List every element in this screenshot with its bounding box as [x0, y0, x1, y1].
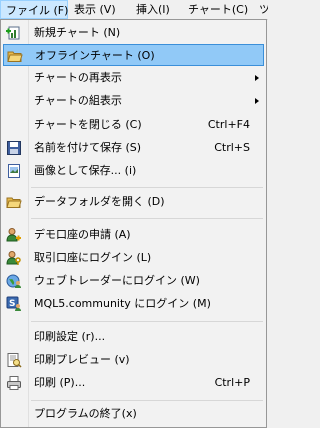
print-preview-icon	[7, 353, 22, 368]
menu-item-chart-reshow[interactable]: チャートの再表示	[3, 67, 264, 89]
menu-item-print-preview[interactable]: 印刷プレビュー (v)	[3, 349, 264, 371]
svg-text:S: S	[9, 299, 15, 309]
menu-item-new-chart[interactable]: 新規チャート (N)	[3, 22, 264, 44]
submenu-arrow-icon	[255, 75, 259, 81]
print-preview-label: 印刷プレビュー (v)	[34, 353, 130, 366]
print-shortcut: Ctrl+P	[214, 376, 250, 389]
chart-reshow-label: チャートの再表示	[34, 71, 122, 84]
menu-item-open-data-folder[interactable]: データフォルダを開く (D)	[3, 191, 264, 213]
menu-separator	[31, 400, 263, 401]
offline-chart-label: オフラインチャート (O)	[35, 49, 155, 62]
menu-item-login-mql5[interactable]: S MQL5.community にログイン (M)	[3, 293, 264, 315]
close-chart-shortcut: Ctrl+F4	[207, 118, 250, 131]
menu-chart[interactable]: チャート(C)	[183, 0, 248, 19]
menu-view-label: 表示 (V)	[74, 3, 116, 16]
login-trade-label: 取引口座にログイン (L)	[34, 251, 152, 264]
demo-account-label: デモ口座の申請 (A)	[34, 228, 131, 241]
menu-tools[interactable]: ツ	[254, 0, 268, 19]
submenu-arrow-icon	[255, 98, 259, 104]
new-chart-label: 新規チャート (N)	[34, 26, 121, 39]
menu-insert[interactable]: 挿入(I)	[131, 0, 170, 19]
menu-item-login-web-trader[interactable]: ウェブトレーダーにログイン (W)	[3, 270, 264, 292]
close-chart-label: チャートを閉じる (C)	[34, 118, 142, 131]
menu-separator	[31, 187, 263, 188]
save-picture-icon	[8, 164, 20, 178]
globe-user-icon	[6, 274, 21, 288]
floppy-disk-icon	[7, 141, 21, 155]
menu-item-print-setup[interactable]: 印刷設定 (r)...	[3, 326, 264, 348]
login-mql5-label: MQL5.community にログイン (M)	[34, 297, 211, 310]
open-data-folder-label: データフォルダを開く (D)	[34, 195, 165, 208]
menu-file[interactable]: ファイル (F)	[0, 0, 68, 19]
menu-item-login-trade[interactable]: 取引口座にログイン (L)	[3, 247, 264, 269]
file-menu-dropdown: 新規チャート (N) オフラインチャート (O) チャートの再表示 チャートの組…	[0, 19, 267, 428]
menu-chart-label: チャート(C)	[188, 3, 249, 16]
menu-item-exit[interactable]: プログラムの終了(x)	[3, 403, 264, 425]
menu-item-chart-tile[interactable]: チャートの組表示	[3, 90, 264, 112]
menu-insert-label: 挿入(I)	[136, 3, 170, 16]
menu-tools-label: ツ	[259, 3, 268, 16]
open-folder-icon	[7, 51, 23, 62]
menu-separator	[31, 218, 263, 219]
chart-tile-label: チャートの組表示	[34, 94, 122, 107]
print-label: 印刷 (P)...	[34, 376, 86, 389]
menu-view[interactable]: 表示 (V)	[69, 0, 116, 19]
new-chart-icon	[6, 26, 20, 40]
menu-item-save-as[interactable]: 名前を付けて保存 (S) Ctrl+S	[3, 137, 264, 159]
exit-label: プログラムの終了(x)	[34, 407, 137, 420]
menu-item-demo-account[interactable]: デモ口座の申請 (A)	[3, 224, 264, 246]
save-as-shortcut: Ctrl+S	[214, 141, 250, 154]
menu-file-label: ファイル (F)	[6, 4, 69, 17]
save-picture-label: 画像として保存... (i)	[34, 164, 137, 177]
menu-separator	[31, 321, 263, 322]
user-key-icon	[6, 251, 21, 265]
menu-bar: ファイル (F) 表示 (V) 挿入(I) チャート(C) ツ	[0, 0, 268, 20]
printer-icon	[7, 376, 21, 390]
menu-item-offline-chart[interactable]: オフラインチャート (O)	[3, 44, 264, 66]
save-as-label: 名前を付けて保存 (S)	[34, 141, 142, 154]
print-setup-label: 印刷設定 (r)...	[34, 330, 106, 343]
mql5-community-icon: S	[6, 296, 21, 311]
menu-item-close-chart[interactable]: チャートを閉じる (C) Ctrl+F4	[3, 114, 264, 136]
login-web-trader-label: ウェブトレーダーにログイン (W)	[34, 274, 200, 287]
folder-icon	[6, 197, 22, 208]
user-add-icon	[6, 228, 21, 242]
menu-item-print[interactable]: 印刷 (P)... Ctrl+P	[3, 372, 264, 394]
menu-item-save-picture[interactable]: 画像として保存... (i)	[3, 160, 264, 182]
